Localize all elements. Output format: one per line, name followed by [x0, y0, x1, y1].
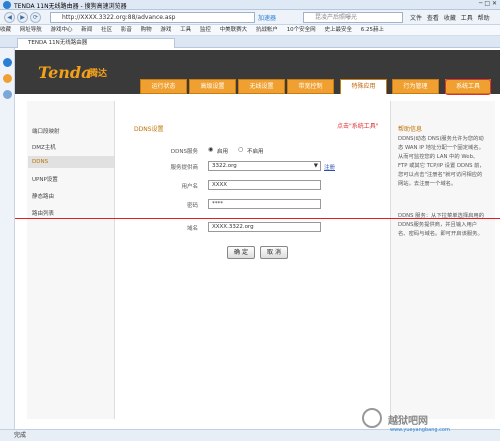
favorites-bar: 收藏 网址导航 游戏中心 新闻 社区 影音 购物 游戏 工具 监控 中美联赛大 …: [0, 25, 500, 36]
radio-disable-icon[interactable]: ○: [238, 146, 243, 153]
wifi-logo-icon: [362, 408, 382, 428]
watermark-text: 越狱吧网: [388, 416, 428, 427]
tenda-logo: Tenda: [38, 63, 92, 82]
browser-tab[interactable]: TENDA 11N无线路由器: [17, 38, 175, 48]
sidebar-clock-icon[interactable]: [3, 90, 12, 99]
status-text: 完成: [14, 432, 27, 439]
watermark-url: www.yueyangbang.com: [390, 427, 450, 433]
radio-disable-label: 不启用: [247, 149, 264, 155]
sidebar-home-icon[interactable]: [3, 58, 12, 67]
fav-item[interactable]: 10个安全网: [287, 27, 316, 33]
fav-item[interactable]: 购物: [141, 27, 152, 33]
help-text-1: DDNS(动态 DNS)服务允许为您的动态 WAN IP 地址分配一个固定域名。…: [398, 136, 485, 187]
side-item-port-range[interactable]: 端口段映射: [28, 124, 114, 138]
cancel-button[interactable]: 取 消: [260, 246, 288, 259]
fav-item[interactable]: 史上最安全: [324, 27, 352, 33]
domain-input[interactable]: XXXX.3322.org: [208, 222, 321, 232]
tab-behavior[interactable]: 行为管理: [392, 79, 439, 94]
provider-value: 3322.org: [212, 163, 237, 169]
ddns-service-label: DDNS服务: [170, 149, 198, 155]
window-title-bar: TENDA 11N无线路由器 - 搜狗高速浏览器 ─ □ ✕: [0, 0, 500, 10]
browser-menu[interactable]: 文件 查看 收藏 工具 帮助: [410, 13, 490, 22]
fav-item[interactable]: 社区: [101, 27, 112, 33]
forward-icon[interactable]: ▶: [17, 12, 28, 23]
tab-special-apps[interactable]: 特殊应用: [340, 79, 387, 94]
fav-item[interactable]: 新闻: [81, 27, 92, 33]
callout-text: 点击"系统工具": [337, 123, 379, 130]
side-item-upnp[interactable]: UPNP设置: [28, 172, 114, 186]
browser-sidebar: [0, 48, 15, 429]
accelerator-button[interactable]: 加速器: [258, 13, 276, 22]
register-link[interactable]: 注册: [324, 163, 335, 171]
username-input[interactable]: XXXX: [208, 180, 321, 190]
tab-advanced[interactable]: 高级设置: [189, 79, 236, 94]
fav-item[interactable]: 收藏: [0, 27, 11, 33]
fav-item[interactable]: 工具: [180, 27, 191, 33]
fav-item[interactable]: 游戏: [160, 27, 171, 33]
fav-item[interactable]: 影音: [121, 27, 132, 33]
form-heading: DDNS设置: [134, 126, 164, 133]
password-label: 密码: [186, 203, 198, 209]
side-item-dmz[interactable]: DMZ主机: [28, 140, 114, 154]
red-guide-line: [15, 218, 500, 219]
fav-item[interactable]: 中美联赛大: [220, 27, 248, 33]
fav-item[interactable]: 监控: [200, 27, 211, 33]
refresh-icon[interactable]: ⟳: [30, 12, 41, 23]
help-text-2: DDNS 服务：从下拉菜单选择启用的DDNS服务提供商，并且输入用户名、密码与域…: [398, 213, 485, 237]
chevron-down-icon: ▼: [313, 163, 318, 169]
tenda-logo-cn: 腾达: [89, 69, 108, 79]
tab-strip: TENDA 11N无线路由器: [0, 36, 500, 48]
help-title: 帮助信息: [398, 126, 423, 133]
provider-select[interactable]: 3322.org ▼: [208, 161, 321, 171]
ok-button[interactable]: 确 定: [227, 246, 255, 259]
address-row: ◀ ▶ ⟳ http://XXXX.3322.org:88/advance.as…: [0, 10, 500, 25]
username-label: 用户名: [181, 184, 198, 190]
tab-wireless[interactable]: 无线设置: [238, 79, 285, 94]
address-bar[interactable]: http://XXXX.3322.org:88/advance.asp: [50, 12, 255, 23]
fav-item[interactable]: 网址导航: [20, 27, 42, 33]
password-input[interactable]: ****: [208, 199, 321, 209]
browser-logo-icon: [3, 1, 11, 9]
domain-label: 域名: [186, 226, 198, 232]
tab-running-status[interactable]: 运行状态: [140, 79, 187, 94]
fav-item[interactable]: 6.25赫上: [361, 27, 384, 33]
side-item-ddns[interactable]: DDNS: [28, 156, 114, 168]
callout-highlight: [445, 79, 491, 95]
window-controls[interactable]: ─ □ ✕: [479, 0, 497, 7]
window-title: TENDA 11N无线路由器 - 搜狗高速浏览器: [14, 3, 127, 10]
radio-enable-icon[interactable]: ◉: [208, 146, 213, 153]
search-input[interactable]: 昆凌产后照曝光: [303, 12, 403, 23]
fav-item[interactable]: 游戏中心: [51, 27, 73, 33]
radio-enable-label: 启用: [217, 149, 229, 155]
back-icon[interactable]: ◀: [4, 12, 15, 23]
provider-label: 服务提供商: [170, 165, 198, 171]
tab-bandwidth[interactable]: 带宽控制: [287, 79, 334, 94]
sidebar-star-icon[interactable]: [3, 74, 12, 83]
fav-item[interactable]: 抗战帐户: [256, 27, 278, 33]
side-item-static-route[interactable]: 静态路由: [28, 189, 114, 203]
